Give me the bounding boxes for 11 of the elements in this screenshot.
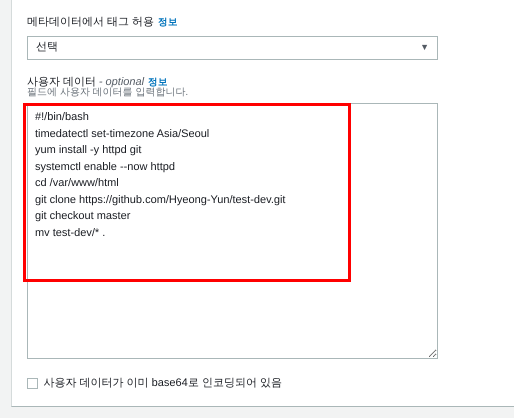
field-label: 메타데이터에서 태그 허용 (27, 15, 154, 30)
user-data-textarea[interactable]: #!/bin/bash timedatectl set-timezone Asia/Seoul yum install -y httpd git systemctl enable --now httpd cd /var/www/html git clone https://github.com/Hyeong-Yun/test-dev.git git checkout master mv test-dev/* . (27, 103, 438, 359)
info-link[interactable]: 정보 (158, 16, 178, 30)
caret-icon: ▼ (420, 40, 429, 54)
field-hint: 필드에 사용자 데이터를 입력합니다. (27, 87, 188, 99)
checkbox-label: 사용자 데이터가 이미 base64로 인코딩되어 있음 (44, 376, 282, 391)
select-value: 선택 (36, 40, 58, 56)
select-dropdown[interactable]: 선택 ▼ (27, 36, 438, 60)
checkbox[interactable] (27, 378, 38, 389)
field-label: 사용자 데이터 (27, 74, 96, 88)
optional-label: - optional (98, 74, 144, 88)
